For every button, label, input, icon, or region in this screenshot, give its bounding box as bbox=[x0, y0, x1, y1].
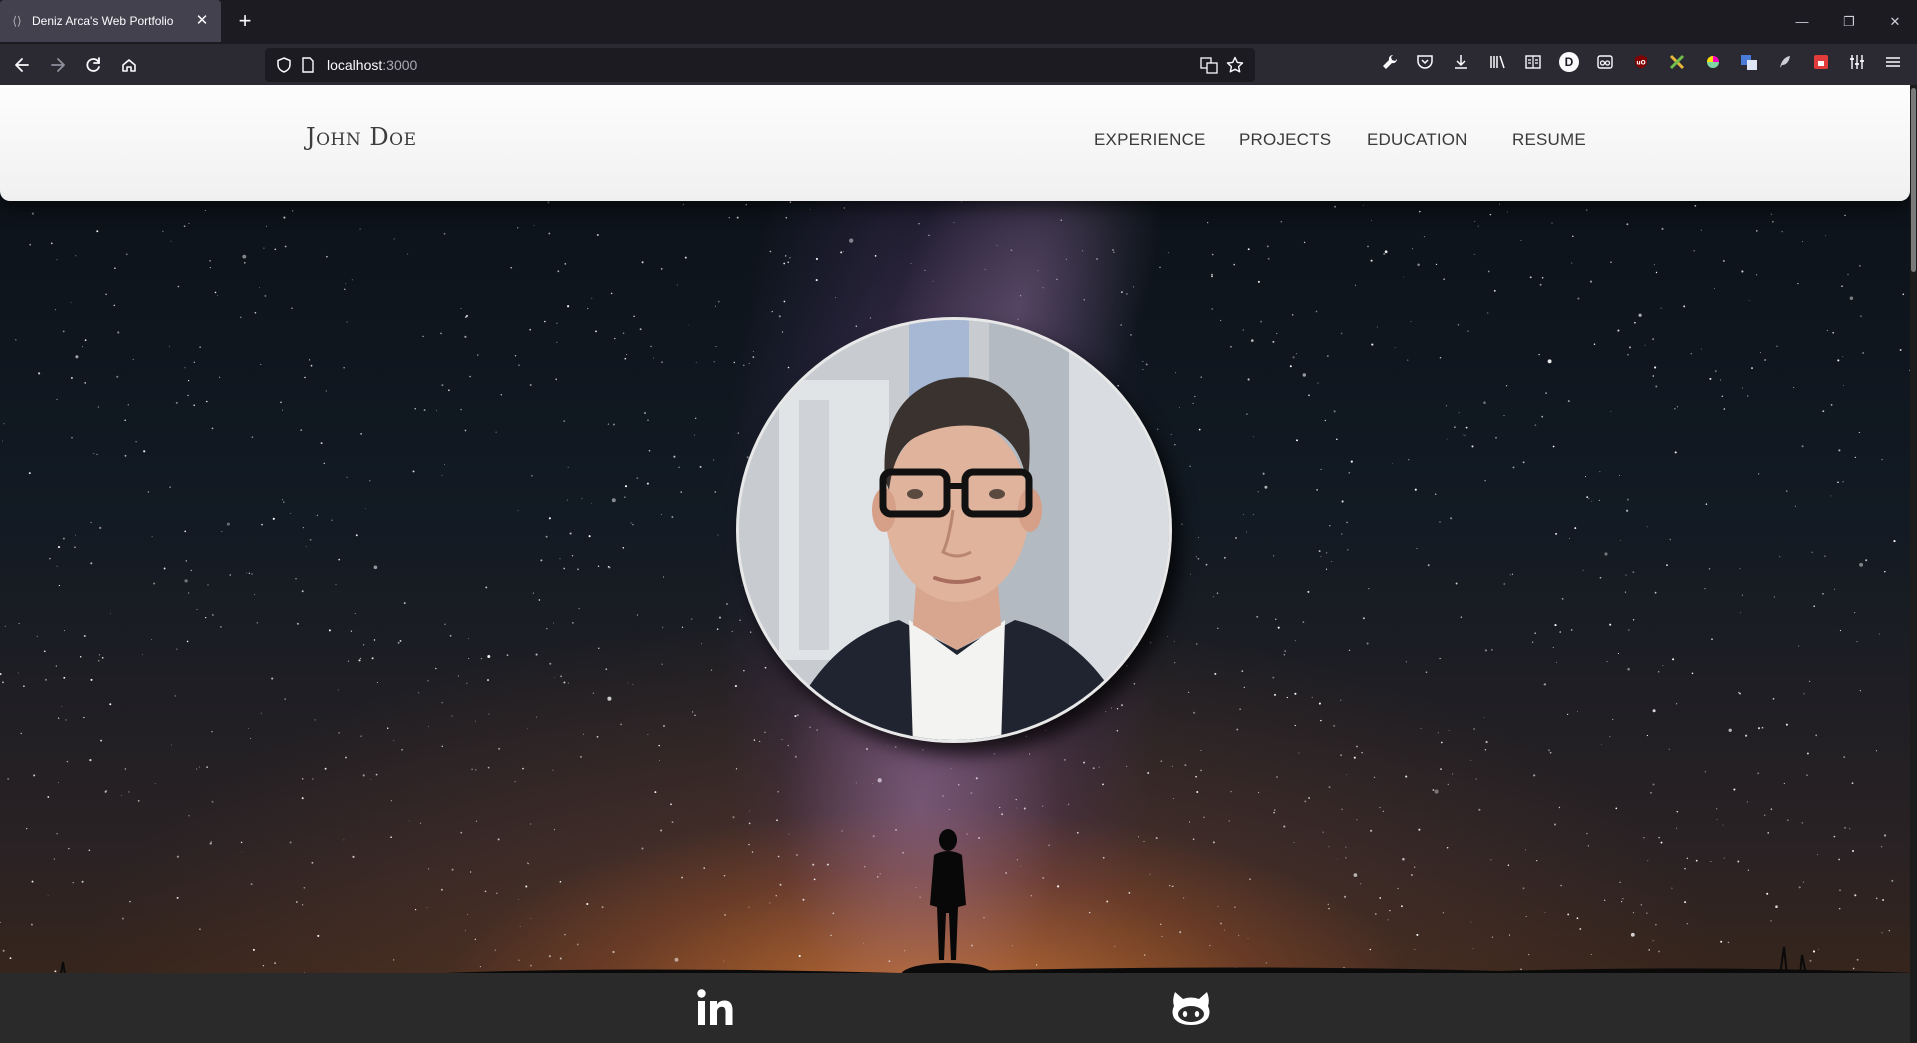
extension-x-icon[interactable] bbox=[1667, 52, 1687, 72]
url-port: :3000 bbox=[382, 57, 418, 73]
sliders-icon[interactable] bbox=[1847, 52, 1867, 72]
browser-tab-active[interactable]: ⟨⟩ Deniz Arca's Web Portfolio ✕ bbox=[0, 0, 221, 42]
ublock-icon[interactable]: uO bbox=[1631, 52, 1651, 72]
reload-icon[interactable] bbox=[80, 51, 108, 79]
home-icon[interactable] bbox=[115, 51, 143, 79]
extension-d-icon[interactable]: D bbox=[1559, 52, 1579, 72]
translate-icon[interactable] bbox=[1739, 52, 1759, 72]
forward-arrow-icon[interactable] bbox=[44, 51, 72, 79]
nav-link-resume[interactable]: RESUME bbox=[1512, 130, 1586, 150]
github-icon[interactable] bbox=[1170, 988, 1212, 1033]
bookmark-star-icon[interactable] bbox=[1225, 55, 1245, 75]
download-icon[interactable] bbox=[1451, 52, 1471, 72]
minimize-window-button[interactable]: — bbox=[1787, 10, 1817, 34]
url-text[interactable]: localhost:3000 bbox=[327, 57, 417, 73]
restore-window-button[interactable]: ❐ bbox=[1834, 10, 1864, 34]
nav-link-experience[interactable]: EXPERIENCE bbox=[1094, 130, 1206, 150]
tracking-shield-icon[interactable] bbox=[275, 56, 293, 74]
translate-page-icon[interactable] bbox=[1199, 55, 1219, 75]
linkedin-icon[interactable] bbox=[696, 988, 736, 1033]
tab-title: Deniz Arca's Web Portfolio bbox=[32, 14, 174, 28]
pocket-icon[interactable] bbox=[1415, 52, 1435, 72]
menu-icon[interactable] bbox=[1883, 52, 1903, 72]
url-host: localhost bbox=[327, 57, 383, 73]
page-favicon-icon: ⟨⟩ bbox=[12, 14, 22, 28]
page-viewport: John Doe EXPERIENCE PROJECTS EDUCATION R… bbox=[0, 85, 1917, 1043]
extension-red-icon[interactable] bbox=[1811, 52, 1831, 72]
reader-view-icon[interactable] bbox=[1523, 52, 1543, 72]
tab-close-icon[interactable]: ✕ bbox=[193, 12, 211, 30]
page-scrollbar-thumb[interactable] bbox=[1911, 88, 1916, 272]
library-icon[interactable] bbox=[1487, 52, 1507, 72]
close-window-button[interactable]: ✕ bbox=[1880, 10, 1910, 34]
browser-toolbar: localhost:3000 bbox=[0, 44, 1917, 85]
profile-avatar bbox=[736, 317, 1172, 743]
nav-link-projects[interactable]: PROJECTS bbox=[1239, 130, 1331, 150]
site-brand[interactable]: John Doe bbox=[306, 123, 416, 151]
feather-icon[interactable] bbox=[1775, 52, 1795, 72]
new-tab-button[interactable]: + bbox=[233, 10, 257, 34]
wrench-icon[interactable] bbox=[1380, 52, 1400, 72]
page-info-icon[interactable] bbox=[301, 57, 315, 73]
nav-link-education[interactable]: EDUCATION bbox=[1367, 130, 1468, 150]
site-header: John Doe EXPERIENCE PROJECTS EDUCATION R… bbox=[0, 85, 1910, 201]
extension-glasses-icon[interactable] bbox=[1595, 52, 1615, 72]
svg-text:uO: uO bbox=[1636, 60, 1645, 67]
browser-titlebar: ⟨⟩ Deniz Arca's Web Portfolio ✕ + — ❐ ✕ bbox=[0, 0, 1917, 44]
site-footer bbox=[0, 973, 1910, 1043]
back-arrow-icon[interactable] bbox=[8, 51, 36, 79]
url-bar[interactable]: localhost:3000 bbox=[265, 48, 1255, 82]
color-picker-icon[interactable] bbox=[1703, 52, 1723, 72]
